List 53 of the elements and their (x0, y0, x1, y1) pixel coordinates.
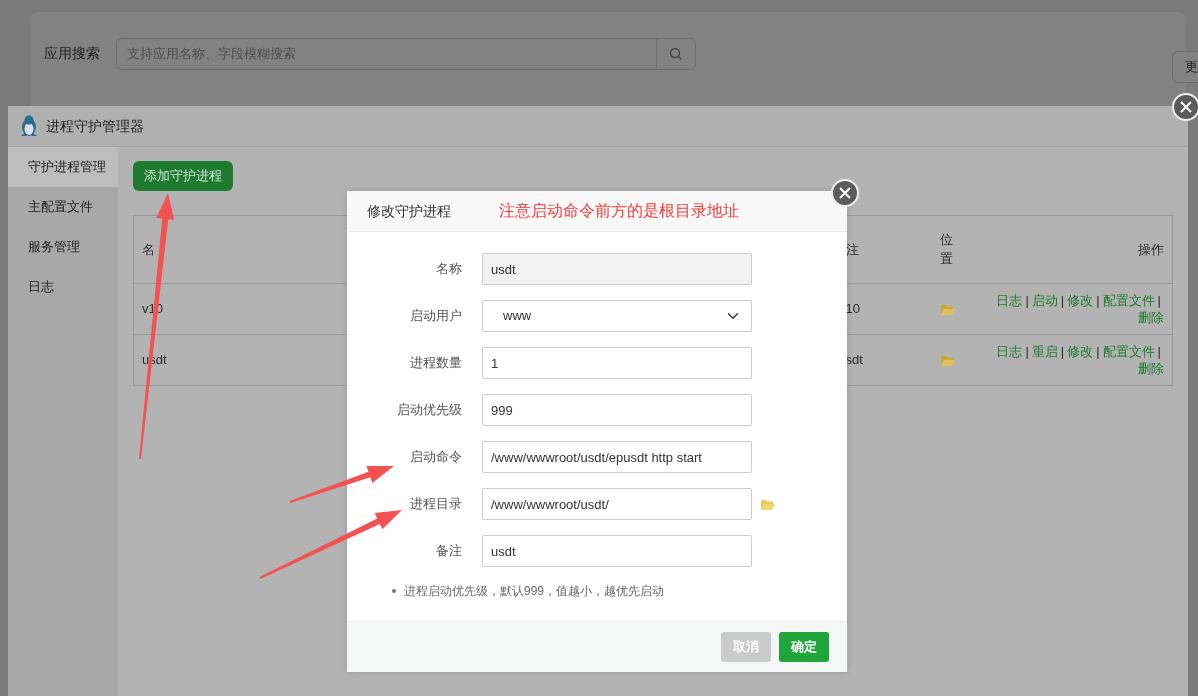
field-label: 启动命令 (409, 448, 462, 467)
input-field[interactable]: 1 (482, 347, 752, 379)
close-button[interactable] (1172, 93, 1198, 121)
search-icon (669, 47, 683, 61)
separator: | (1096, 293, 1100, 308)
confirm-button[interactable]: 确定 (779, 632, 829, 662)
sidebar-item[interactable]: 服务管理 (8, 227, 118, 267)
action-link[interactable]: 启动 (1031, 293, 1058, 308)
separator: | (1060, 293, 1065, 308)
field-label: 进程目录 (409, 495, 462, 514)
field-label: 备注 (435, 542, 462, 561)
action-link[interactable]: 删除 (1138, 310, 1164, 325)
action-link[interactable]: 删除 (1138, 361, 1164, 376)
input-field[interactable]: /www/wwwroot/usdt/ (482, 488, 752, 520)
window-title: 进程守护管理器 (46, 116, 144, 136)
action-link[interactable]: 重启 (1031, 344, 1058, 359)
select-field[interactable]: www (482, 300, 752, 332)
more-button[interactable]: 更 (1172, 51, 1198, 83)
separator: | (1025, 344, 1029, 359)
dialog-title: 修改守护进程 (367, 201, 451, 221)
add-process-button[interactable]: 添加守护进程 (133, 161, 233, 191)
separator: | (1157, 293, 1161, 308)
action-link[interactable]: 修改 (1067, 293, 1094, 308)
column-header: 操作 (963, 215, 1173, 284)
input-field[interactable]: usdt (482, 535, 752, 567)
folder-icon (939, 353, 956, 367)
separator: | (1096, 344, 1100, 359)
separator: | (1157, 344, 1161, 359)
separator: | (1060, 344, 1065, 359)
input-field[interactable]: 999 (482, 394, 752, 426)
field-label: 名称 (435, 260, 462, 279)
note-text: 进程启动优先级，默认999，值越小，越优先启动 (404, 583, 665, 600)
action-link[interactable]: 日志 (996, 293, 1023, 308)
input-field[interactable]: /www/wwwroot/usdt/epusdt http start (482, 441, 752, 473)
input-field[interactable]: usdt (482, 253, 752, 285)
field-label: 进程数量 (409, 354, 462, 373)
close-icon (839, 187, 851, 199)
sidebar-item[interactable]: 主配置文件 (8, 187, 118, 227)
separator: | (1025, 293, 1029, 308)
search-label: 应用搜索 (44, 44, 101, 63)
field-label: 启动优先级 (396, 401, 462, 420)
sidebar-item[interactable]: 日志 (8, 267, 118, 307)
bullet-icon (392, 589, 396, 593)
close-icon (1180, 101, 1192, 113)
action-link[interactable]: 配置文件 (1102, 293, 1155, 308)
annotation-text: 注意启动命令前方的是根目录地址 (499, 201, 739, 221)
action-link[interactable]: 修改 (1067, 344, 1094, 359)
action-link[interactable]: 配置文件 (1102, 344, 1155, 359)
column-header: 位置 (931, 215, 964, 284)
folder-icon (939, 302, 956, 316)
action-link[interactable]: 日志 (996, 344, 1023, 359)
sidebar-item[interactable]: 守护进程管理 (8, 147, 118, 187)
field-label: 启动用户 (409, 307, 462, 326)
